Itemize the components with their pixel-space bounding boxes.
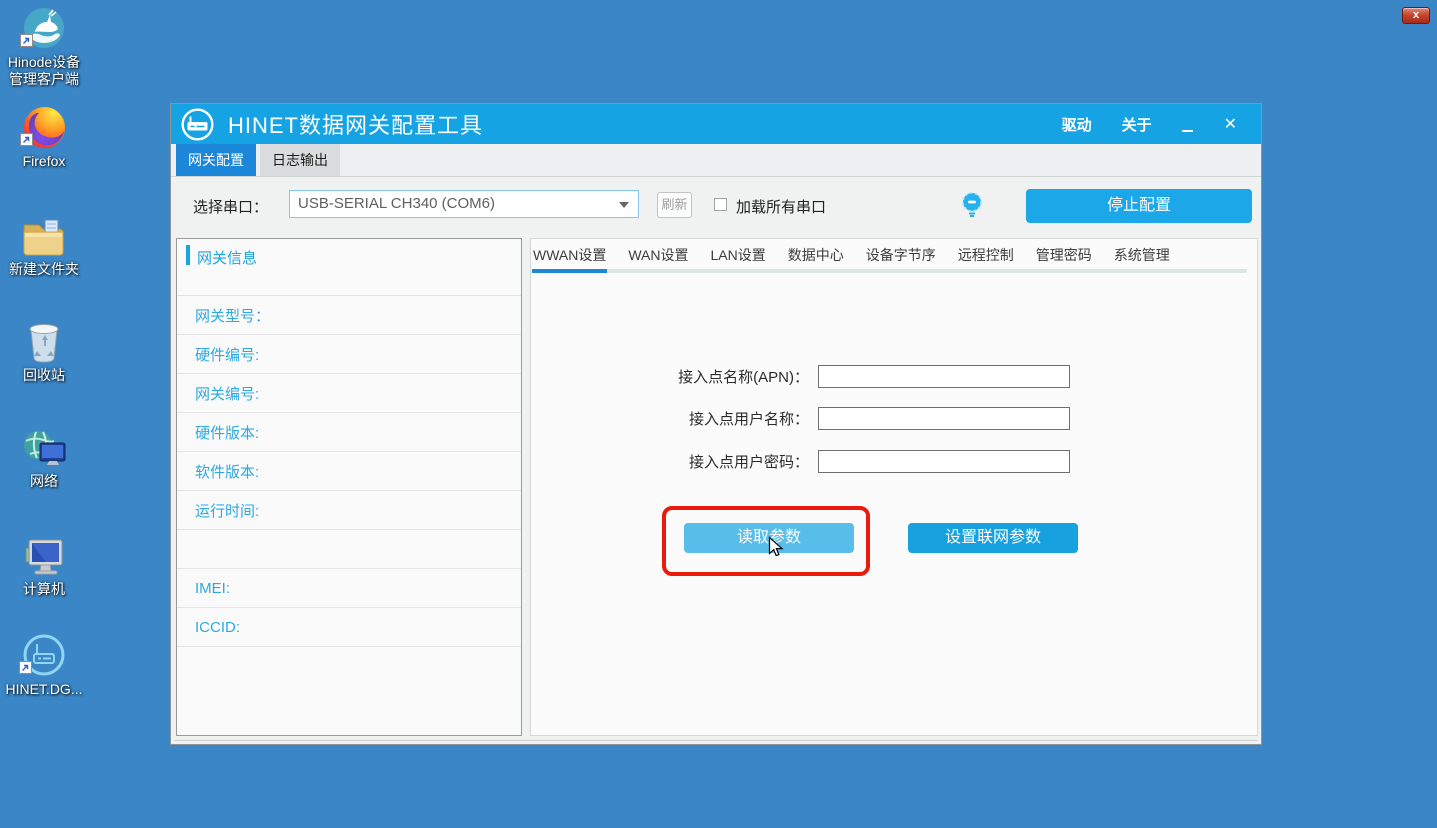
shortcut-arrow-icon [19,661,32,679]
desktop-icon-new-folder[interactable]: 新建文件夹 [0,212,88,278]
form-input[interactable] [818,407,1070,430]
info-row: 软件版本: [177,452,521,491]
icon-label: Hinode设备 管理客户端 [8,54,80,88]
system-close-button[interactable]: x [1402,7,1430,24]
info-panel-title: 网关信息 [197,247,257,268]
main-tab-bar: 网关配置日志输出 [171,144,1261,177]
info-field-label: 网关编号: [195,383,259,404]
about-menu-button[interactable]: 关于 [1122,114,1152,135]
info-panel-header: 网关信息 [177,239,521,296]
app-window: HINET数据网关配置工具 驱动 关于 ✕ 网关配置日志输出 选择串口： USB… [170,103,1262,745]
window-title: HINET数据网关配置工具 [228,108,483,140]
desktop-icon-hinode-client[interactable]: Hinode设备 管理客户端 [0,5,88,88]
wwan-form: 接入点名称(APN)： 接入点用户名称： 接入点用户密码： [531,239,1257,735]
form-row: 接入点名称(APN)： [593,365,1070,388]
port-combobox[interactable]: USB-SERIAL CH340 (COM6) [289,190,639,218]
set-network-params-button[interactable]: 设置联网参数 [908,523,1078,553]
info-field-label: 软件版本: [195,461,259,482]
form-input[interactable] [818,365,1070,388]
desktop-icon-hinet-shortcut[interactable]: HINET.DG... [0,632,88,698]
form-field-label: 接入点名称(APN)： [593,366,809,387]
info-field-label: 硬件编号: [195,344,259,365]
desktop-icon-recycle-bin[interactable]: 回收站 [0,318,88,384]
icon-label: 新建文件夹 [9,261,79,278]
info-row: 网关编号: [177,374,521,413]
info-field-label: 网关型号： [195,305,270,326]
info-rows: 网关型号： 硬件编号: 网关编号: 硬件版本: 软件版本: 运行时间: IM [177,296,521,647]
icon-label: 网络 [30,473,58,490]
info-row: IMEI: [177,569,521,608]
info-row: 网关型号： [177,296,521,335]
icon-label: HINET.DG... [5,681,82,698]
desktop-icon-firefox[interactable]: Firefox [0,104,88,170]
hinode-app-icon [22,5,66,51]
gateway-info-panel: 网关信息 网关型号： 硬件编号: 网关编号: 硬件版本: 软件版本: 运行时间: [176,238,522,736]
settings-panel: WWAN设置WAN设置LAN设置数据中心设备字节序远程控制管理密码系统管理 接入… [530,238,1258,736]
desktop-icon-computer[interactable]: 计算机 [0,532,88,598]
mouse-cursor [768,536,784,563]
driver-menu-button[interactable]: 驱动 [1062,114,1092,135]
form-row: 接入点用户密码： [593,450,1070,473]
refresh-button[interactable]: 刷新 [657,192,692,218]
titlebar[interactable]: HINET数据网关配置工具 驱动 关于 ✕ [171,104,1261,144]
icon-label: 计算机 [23,581,65,598]
desktop: Hinode设备 管理客户端 [0,0,1437,828]
load-all-ports-checkbox[interactable] [714,198,727,211]
info-field-label: 运行时间: [195,500,259,521]
header-accent-bar [186,245,190,265]
desktop-icon-network[interactable]: 网络 [0,424,88,490]
main-tab[interactable]: 日志输出 [260,144,340,176]
bottom-divider [175,740,1257,741]
minimize-button[interactable] [1182,112,1194,136]
bulb-icon [961,191,983,224]
icon-label: 回收站 [23,367,65,384]
info-field-label: IMEI: [195,580,230,597]
info-row: 硬件编号: [177,335,521,374]
info-row: 运行时间: [177,491,521,530]
folder-icon [21,212,67,258]
info-field-label: ICCID: [195,619,240,636]
firefox-icon [22,104,67,150]
highlight-annotation-rect [662,506,870,576]
port-select-label: 选择串口： [193,196,268,217]
icon-label: Firefox [23,153,66,170]
shortcut-arrow-icon [20,34,33,52]
dropdown-arrow-icon [619,202,629,213]
form-input[interactable] [818,450,1070,473]
shortcut-arrow-icon [20,133,33,151]
computer-icon [22,532,66,578]
info-row [177,530,521,569]
info-row: 硬件版本: [177,413,521,452]
hinet-router-icon [21,632,67,678]
form-field-label: 接入点用户密码： [593,451,809,472]
toolbar: 选择串口： USB-SERIAL CH340 (COM6) 刷新 加载所有串口 … [171,177,1261,234]
form-row: 接入点用户名称： [593,407,1070,430]
info-row: ICCID: [177,608,521,647]
load-all-ports-label: 加载所有串口 [736,196,826,217]
main-tab[interactable]: 网关配置 [176,144,256,176]
recycle-bin-icon [24,318,64,364]
app-router-icon [181,108,214,141]
port-combobox-value: USB-SERIAL CH340 (COM6) [290,191,638,217]
form-field-label: 接入点用户名称： [593,408,809,429]
info-field-label: 硬件版本: [195,422,259,443]
close-button[interactable]: ✕ [1224,114,1237,134]
network-icon [21,424,67,470]
stop-config-button[interactable]: 停止配置 [1026,189,1252,223]
